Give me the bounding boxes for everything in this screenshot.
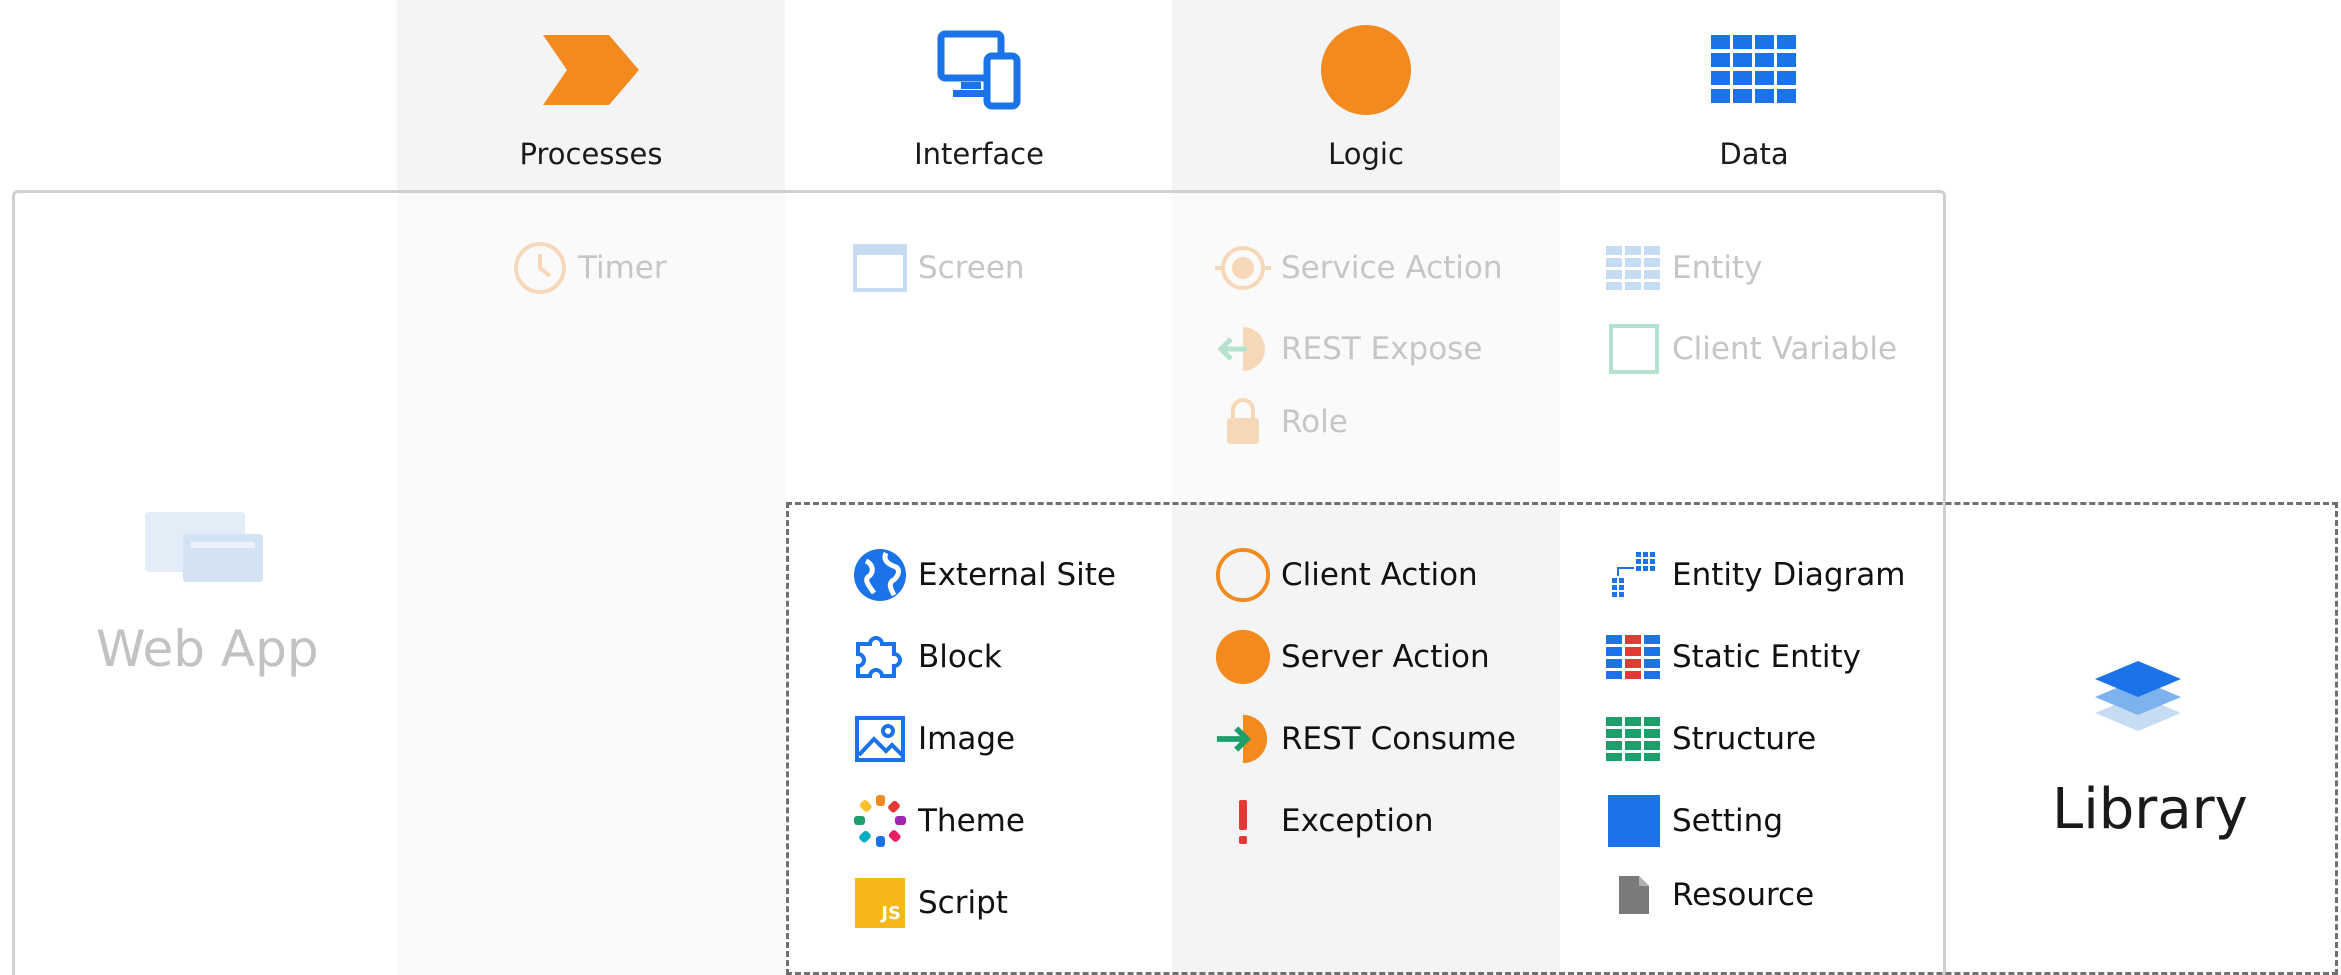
chevron-process-icon (543, 35, 639, 105)
library-item-structure: Structure (1606, 711, 1816, 767)
library-item-label: Entity Diagram (1672, 557, 1906, 593)
web-app-icon (145, 512, 265, 588)
library-item-label: Structure (1672, 721, 1817, 757)
structure-grid-icon (1606, 717, 1660, 761)
resource-file-icon (1619, 876, 1649, 914)
puzzle-block-icon (856, 636, 902, 678)
webapp-item-label: Role (1281, 404, 1348, 440)
orange-circle-icon (1321, 25, 1411, 115)
library-item-label: Server Action (1281, 639, 1490, 675)
devices-icon (937, 30, 1021, 110)
webapp-item-role: Role (1215, 394, 1348, 450)
column-header-logic: Logic (1172, 25, 1560, 171)
library-item-setting: Setting (1606, 793, 1783, 849)
library-item-label: Image (918, 721, 1016, 757)
library-item-entity-diagram: Entity Diagram (1606, 547, 1905, 603)
rest-expose-icon (1217, 327, 1265, 371)
library-item-rest-consume: REST Consume (1215, 711, 1516, 767)
webapp-item-timer: Timer (512, 240, 667, 296)
clock-icon (514, 242, 566, 294)
library-item-label: REST Consume (1281, 721, 1516, 757)
column-header-processes: Processes (397, 25, 785, 171)
library-item-server-action: Server Action (1215, 629, 1490, 685)
js-script-icon: JS (855, 878, 905, 928)
webapp-item-label: Service Action (1281, 250, 1503, 286)
library-item-script: JS Script (852, 875, 1008, 931)
web-app-label: Web App (96, 620, 319, 678)
column-label-processes: Processes (519, 137, 663, 171)
setting-square-icon (1608, 795, 1660, 847)
library-item-image: Image (852, 711, 1015, 767)
library-item-external-site: External Site (852, 547, 1116, 603)
column-label-data: Data (1719, 137, 1789, 171)
webapp-item-client-variable: Client Variable (1606, 321, 1897, 377)
library-item-label: Script (918, 885, 1008, 921)
column-label-logic: Logic (1328, 137, 1404, 171)
library-item-label: Exception (1281, 803, 1434, 839)
webapp-item-rest-expose: REST Expose (1215, 321, 1482, 377)
globe-icon (854, 549, 906, 601)
webapp-item-label: REST Expose (1281, 331, 1483, 367)
client-action-icon (1215, 547, 1271, 603)
library-item-exception: Exception (1215, 793, 1434, 849)
library-item-label: Client Action (1281, 557, 1478, 593)
client-variable-icon (1609, 324, 1659, 374)
service-action-icon (1215, 246, 1271, 290)
image-icon (855, 716, 905, 762)
library-item-block: Block (852, 629, 1002, 685)
webapp-item-label: Screen (918, 250, 1025, 286)
library-item-label: Resource (1672, 877, 1815, 913)
library-item-label: Block (918, 639, 1002, 675)
library-item-label: Theme (918, 803, 1025, 839)
rest-consume-icon (1216, 714, 1268, 764)
library-item-label: External Site (918, 557, 1116, 593)
static-entity-icon (1606, 635, 1660, 679)
library-layers-icon (2093, 655, 2183, 739)
screen-window-icon (853, 244, 907, 292)
webapp-item-label: Entity (1672, 250, 1763, 286)
webapp-item-service-action: Service Action (1215, 240, 1503, 296)
webapp-item-screen: Screen (852, 240, 1025, 296)
entity-diagram-icon (1612, 552, 1655, 597)
library-item-label: Setting (1672, 803, 1783, 839)
column-header-data: Data (1560, 25, 1948, 171)
library-label: Library (2052, 777, 2248, 842)
library-item-resource: Resource (1606, 867, 1814, 923)
lock-icon (1227, 398, 1259, 444)
column-label-interface: Interface (914, 137, 1044, 171)
library-item-client-action: Client Action (1215, 547, 1478, 603)
library-item-theme: Theme (852, 793, 1025, 849)
webapp-item-label: Client Variable (1672, 331, 1898, 367)
server-action-icon (1215, 629, 1271, 685)
entity-grid-icon (1606, 246, 1660, 290)
grid-table-icon (1711, 35, 1796, 103)
library-item-static-entity: Static Entity (1606, 629, 1861, 685)
exclamation-icon (1239, 800, 1247, 844)
webapp-item-label: Timer (578, 250, 667, 286)
library-item-label: Static Entity (1672, 639, 1861, 675)
theme-palette-icon (854, 795, 906, 847)
webapp-item-entity: Entity (1606, 240, 1763, 296)
column-header-interface: Interface (785, 25, 1173, 171)
